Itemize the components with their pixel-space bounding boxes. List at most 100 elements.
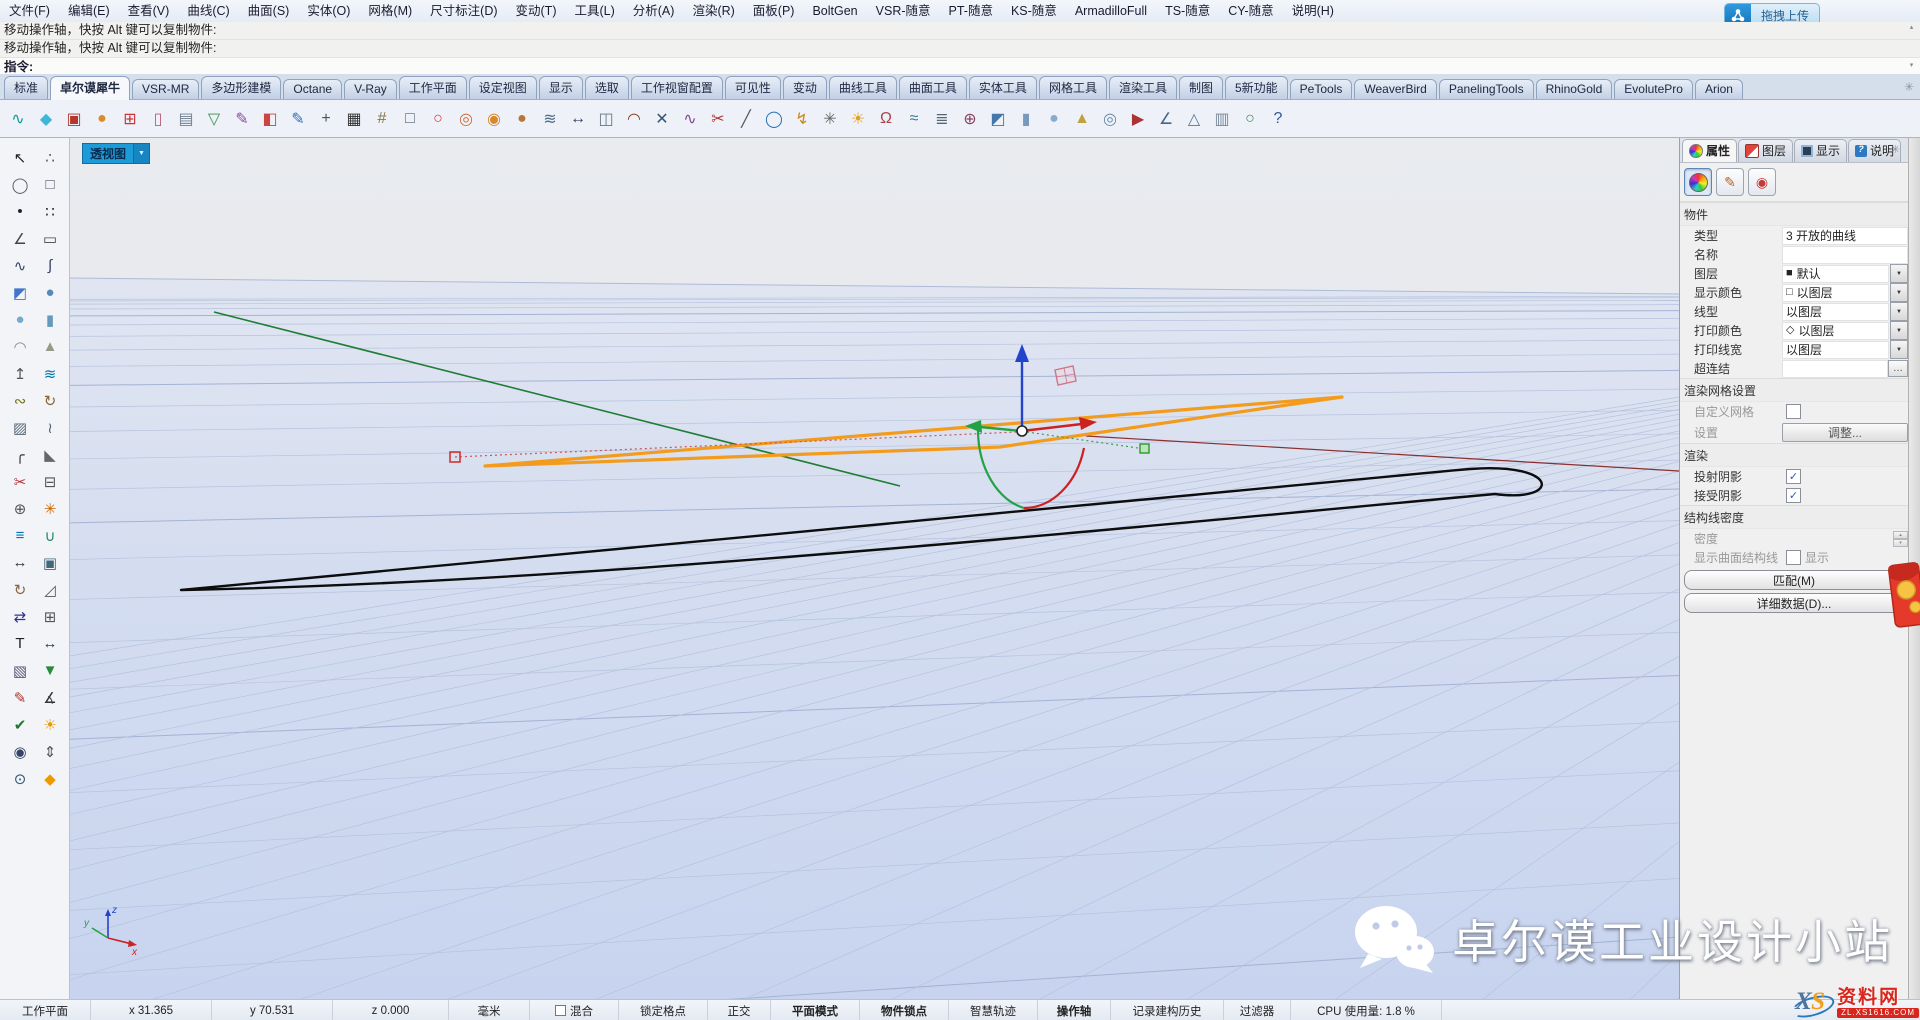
scroll-down-icon[interactable]: ▾ — [1910, 62, 1914, 70]
select-rect-icon[interactable]: □ — [35, 171, 65, 198]
panel-gear-icon[interactable]: ✳ — [1891, 143, 1900, 156]
anchor-icon[interactable]: # — [370, 106, 394, 132]
clamp-icon[interactable]: ▯ — [146, 106, 170, 132]
curve-icon[interactable]: ∫ — [35, 252, 65, 279]
menu-item[interactable]: 尺寸标注(D) — [421, 0, 506, 22]
workspace-tab[interactable]: 5新功能 — [1225, 76, 1288, 99]
status-toggle[interactable]: 物件锁点 — [860, 1000, 949, 1020]
zigzag-icon[interactable]: ↯ — [790, 106, 814, 132]
slash-icon[interactable]: ╱ — [734, 106, 758, 132]
select-arrow-icon[interactable]: ↖ — [5, 144, 35, 171]
extrude-icon[interactable]: ↥ — [5, 360, 35, 387]
workspace-tab[interactable]: WeaverBird — [1354, 79, 1436, 99]
weave-icon[interactable]: ▦ — [342, 106, 366, 132]
loft-icon[interactable]: ≋ — [35, 360, 65, 387]
command-scrollbar[interactable]: ▴ ▾ — [1905, 24, 1918, 70]
linetype-dropdown-icon[interactable]: ▼ — [1890, 302, 1908, 321]
gem-icon[interactable]: ◆ — [34, 106, 58, 132]
globe-icon[interactable]: ◯ — [762, 106, 786, 132]
cylinder-icon[interactable]: ▮ — [35, 306, 65, 333]
stepper-down-icon[interactable]: ▾ — [1893, 539, 1908, 547]
book-icon[interactable]: ▥ — [1210, 106, 1234, 132]
workspace-tab[interactable]: EvolutePro — [1614, 79, 1693, 99]
workspace-tab[interactable]: 选取 — [585, 76, 629, 99]
layers-icon[interactable]: ≣ — [930, 106, 954, 132]
explode-icon[interactable]: ✳ — [35, 495, 65, 522]
pan-icon[interactable]: ⇕ — [35, 738, 65, 765]
custom-mesh-checkbox[interactable] — [1786, 404, 1801, 419]
workspace-tab[interactable]: 渲染工具 — [1109, 76, 1177, 99]
status-toggle[interactable]: CPU 使用量: 1.8 % — [1291, 1000, 1442, 1020]
stack-icon[interactable]: ≋ — [538, 106, 562, 132]
menu-item[interactable]: 变动(T) — [507, 0, 566, 22]
density-stepper[interactable]: ▴ ▾ — [1893, 531, 1908, 547]
ring-icon[interactable]: ◉ — [482, 106, 506, 132]
printer-icon[interactable]: ▤ — [174, 106, 198, 132]
funnel-icon[interactable]: ▽ — [202, 106, 226, 132]
dome-icon[interactable]: ● — [1042, 106, 1066, 132]
hook-curve-icon[interactable]: ∿ — [6, 106, 30, 132]
workspace-tab[interactable]: 可见性 — [725, 76, 781, 99]
match-button[interactable]: 匹配(M) — [1684, 570, 1904, 590]
print-width-value[interactable]: 以图层 — [1782, 341, 1889, 359]
sphere-icon[interactable]: ● — [35, 279, 65, 306]
name-input[interactable] — [1782, 246, 1908, 264]
status-toggle[interactable]: 智慧轨迹 — [949, 1000, 1038, 1020]
light-icon[interactable]: ☀ — [35, 711, 65, 738]
sweep-icon[interactable]: ∾ — [5, 387, 35, 414]
pointcloud-icon[interactable]: ∷ — [35, 198, 65, 225]
viewport-title[interactable]: 透视图 — [82, 143, 134, 164]
print-width-dropdown-icon[interactable]: ▼ — [1890, 340, 1908, 359]
pencil-icon[interactable]: ✎ — [230, 106, 254, 132]
offset-icon[interactable]: ≡ — [5, 522, 35, 549]
circle2-icon[interactable]: ○ — [1238, 106, 1262, 132]
arc-icon[interactable]: ◠ — [622, 106, 646, 132]
angle-icon[interactable]: ∠ — [1154, 106, 1178, 132]
select-points-icon[interactable]: ∴ — [35, 144, 65, 171]
workspace-tab[interactable]: 网格工具 — [1039, 76, 1107, 99]
workspace-tab[interactable]: Octane — [283, 79, 342, 99]
wave-icon[interactable]: ≈ — [902, 106, 926, 132]
menu-item[interactable]: 曲面(S) — [239, 0, 299, 22]
details-button[interactable]: 详细数据(D)... — [1684, 593, 1904, 613]
box-icon[interactable]: ◩ — [5, 279, 35, 306]
join-icon[interactable]: ⊕ — [5, 495, 35, 522]
status-toggle[interactable]: 锁定格点 — [619, 1000, 708, 1020]
question-icon[interactable]: ? — [1266, 106, 1290, 132]
cone-icon[interactable]: ▲ — [35, 333, 65, 360]
menu-item[interactable]: 查看(V) — [119, 0, 179, 22]
ellipsoid-icon[interactable]: ● — [5, 306, 35, 333]
hyperlink-browse-icon[interactable]: … — [1888, 360, 1908, 377]
menu-item[interactable]: ArmadilloFull — [1066, 0, 1156, 22]
menu-item[interactable]: 分析(A) — [624, 0, 684, 22]
workspace-tab[interactable]: 工作视窗配置 — [631, 76, 723, 99]
workspace-tab[interactable]: PeTools — [1290, 79, 1353, 99]
axis-handle-green-square[interactable] — [1140, 444, 1149, 453]
camera-icon[interactable]: ◉ — [5, 738, 35, 765]
blend-icon[interactable]: ∪ — [35, 522, 65, 549]
measure-icon[interactable]: ∡ — [35, 684, 65, 711]
menu-item[interactable]: KS-随意 — [1002, 0, 1066, 22]
menu-item[interactable]: 曲线(C) — [178, 0, 238, 22]
rainbow-icon[interactable]: ◧ — [258, 106, 282, 132]
cube-icon[interactable]: ◩ — [986, 106, 1010, 132]
point-icon[interactable]: • — [5, 198, 35, 225]
workspace-tab[interactable]: 标准 — [4, 76, 48, 99]
cookie-icon[interactable]: ● — [510, 106, 534, 132]
snake-icon[interactable]: ∿ — [678, 106, 702, 132]
gumball-icon[interactable]: ◆ — [35, 765, 65, 792]
workspace-tab[interactable]: 卓尔谟犀牛 — [50, 76, 130, 100]
stepper-up-icon[interactable]: ▴ — [1893, 531, 1908, 539]
hyperlink-value[interactable] — [1782, 360, 1888, 378]
status-toggle[interactable]: 记录建构历史 — [1111, 1000, 1224, 1020]
scissors-icon[interactable]: ✂ — [706, 106, 730, 132]
check-icon[interactable]: ✔ — [5, 711, 35, 738]
display-color-value[interactable]: □以图层 — [1782, 284, 1889, 302]
fillet-icon[interactable]: ╭ — [5, 441, 35, 468]
status-toggle[interactable]: 过滤器 — [1224, 1000, 1291, 1020]
cast-shadows-checkbox[interactable]: ✓ — [1786, 469, 1801, 484]
adjust-mesh-button[interactable]: 调整... — [1782, 423, 1908, 442]
workspace-tab[interactable]: 多边形建模 — [201, 76, 281, 99]
select-lasso-icon[interactable]: ◯ — [5, 171, 35, 198]
gumball-center[interactable] — [1017, 426, 1027, 436]
